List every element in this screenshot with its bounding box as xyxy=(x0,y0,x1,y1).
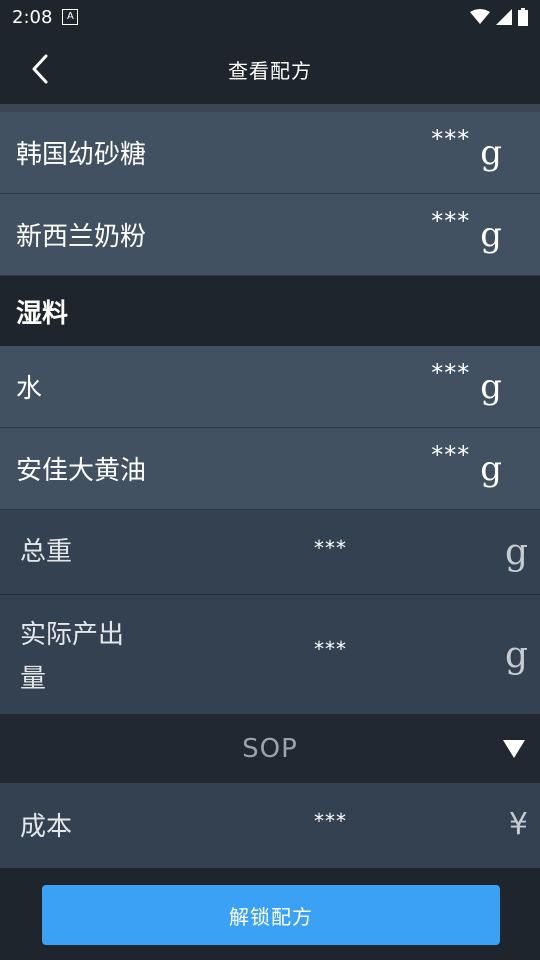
ingredient-row: 水 *** g xyxy=(0,346,540,428)
ingredient-amount: *** g xyxy=(431,441,502,489)
section-header-wet: 湿料 xyxy=(0,276,540,346)
actual-output-label-line2: 量 xyxy=(20,664,47,694)
ingredient-name: 新西兰奶粉 xyxy=(16,222,147,252)
ingredient-amount: *** g xyxy=(431,207,502,255)
bottom-action-area: 解锁配方 xyxy=(0,868,540,960)
actual-output-unit: g xyxy=(504,635,528,676)
ingredient-name: 韩国幼砂糖 xyxy=(16,140,147,170)
wifi-icon xyxy=(470,9,490,24)
total-weight-unit: g xyxy=(504,532,528,573)
total-weight-label: 总重 xyxy=(20,537,73,567)
back-button[interactable] xyxy=(22,51,58,87)
status-bar: 2:08 A xyxy=(0,0,540,34)
triangle-down-icon[interactable] xyxy=(502,739,526,759)
ingredient-value-hidden: *** xyxy=(431,358,471,387)
ingredient-value-hidden: *** xyxy=(431,124,471,153)
sop-section-header[interactable]: SOP xyxy=(0,715,540,783)
signal-icon xyxy=(496,9,512,25)
recipe-list[interactable]: 韩国幼砂糖 *** g 新西兰奶粉 *** g 湿料 水 *** g 安佳大黄油… xyxy=(0,112,540,868)
actual-output-label: 实际产出量 xyxy=(20,613,124,701)
ingredient-value-hidden: *** xyxy=(431,206,471,235)
ingredient-unit: g xyxy=(480,214,502,255)
battery-icon xyxy=(518,8,528,26)
ingredient-value-hidden: *** xyxy=(431,440,471,469)
actual-output-value: *** xyxy=(314,637,347,661)
chevron-left-icon xyxy=(32,54,48,84)
sop-label: SOP xyxy=(242,734,298,764)
app-bar: 查看配方 xyxy=(0,34,540,104)
cost-label: 成本 xyxy=(20,812,73,842)
status-time: 2:08 xyxy=(12,6,53,28)
ingredient-amount: *** g xyxy=(431,125,502,173)
ingredient-unit: g xyxy=(480,448,502,489)
ingredient-unit: g xyxy=(480,366,502,407)
header-divider xyxy=(0,104,540,112)
total-weight-row: 总重 *** g xyxy=(0,510,540,595)
status-left: 2:08 A xyxy=(12,6,79,28)
unlock-recipe-button[interactable]: 解锁配方 xyxy=(42,885,500,945)
actual-output-row: 实际产出量 *** g xyxy=(0,595,540,715)
ingredient-row: 新西兰奶粉 *** g xyxy=(0,194,540,276)
notification-a-icon: A xyxy=(62,9,79,25)
cost-row: 成本 *** ¥ xyxy=(0,783,540,868)
page-title: 查看配方 xyxy=(228,58,312,83)
ingredient-row: 安佳大黄油 *** g xyxy=(0,428,540,510)
section-title: 湿料 xyxy=(16,298,69,329)
ingredient-row: 韩国幼砂糖 *** g xyxy=(0,112,540,194)
actual-output-label-line1: 实际产出 xyxy=(20,620,125,650)
ingredient-amount: *** g xyxy=(431,359,502,407)
ingredient-name: 安佳大黄油 xyxy=(16,456,147,486)
cost-unit: ¥ xyxy=(508,807,528,842)
ingredient-unit: g xyxy=(480,132,502,173)
status-right xyxy=(470,8,528,26)
cost-value: *** xyxy=(314,809,347,833)
ingredient-name: 水 xyxy=(16,374,43,404)
total-weight-value: *** xyxy=(314,536,347,560)
